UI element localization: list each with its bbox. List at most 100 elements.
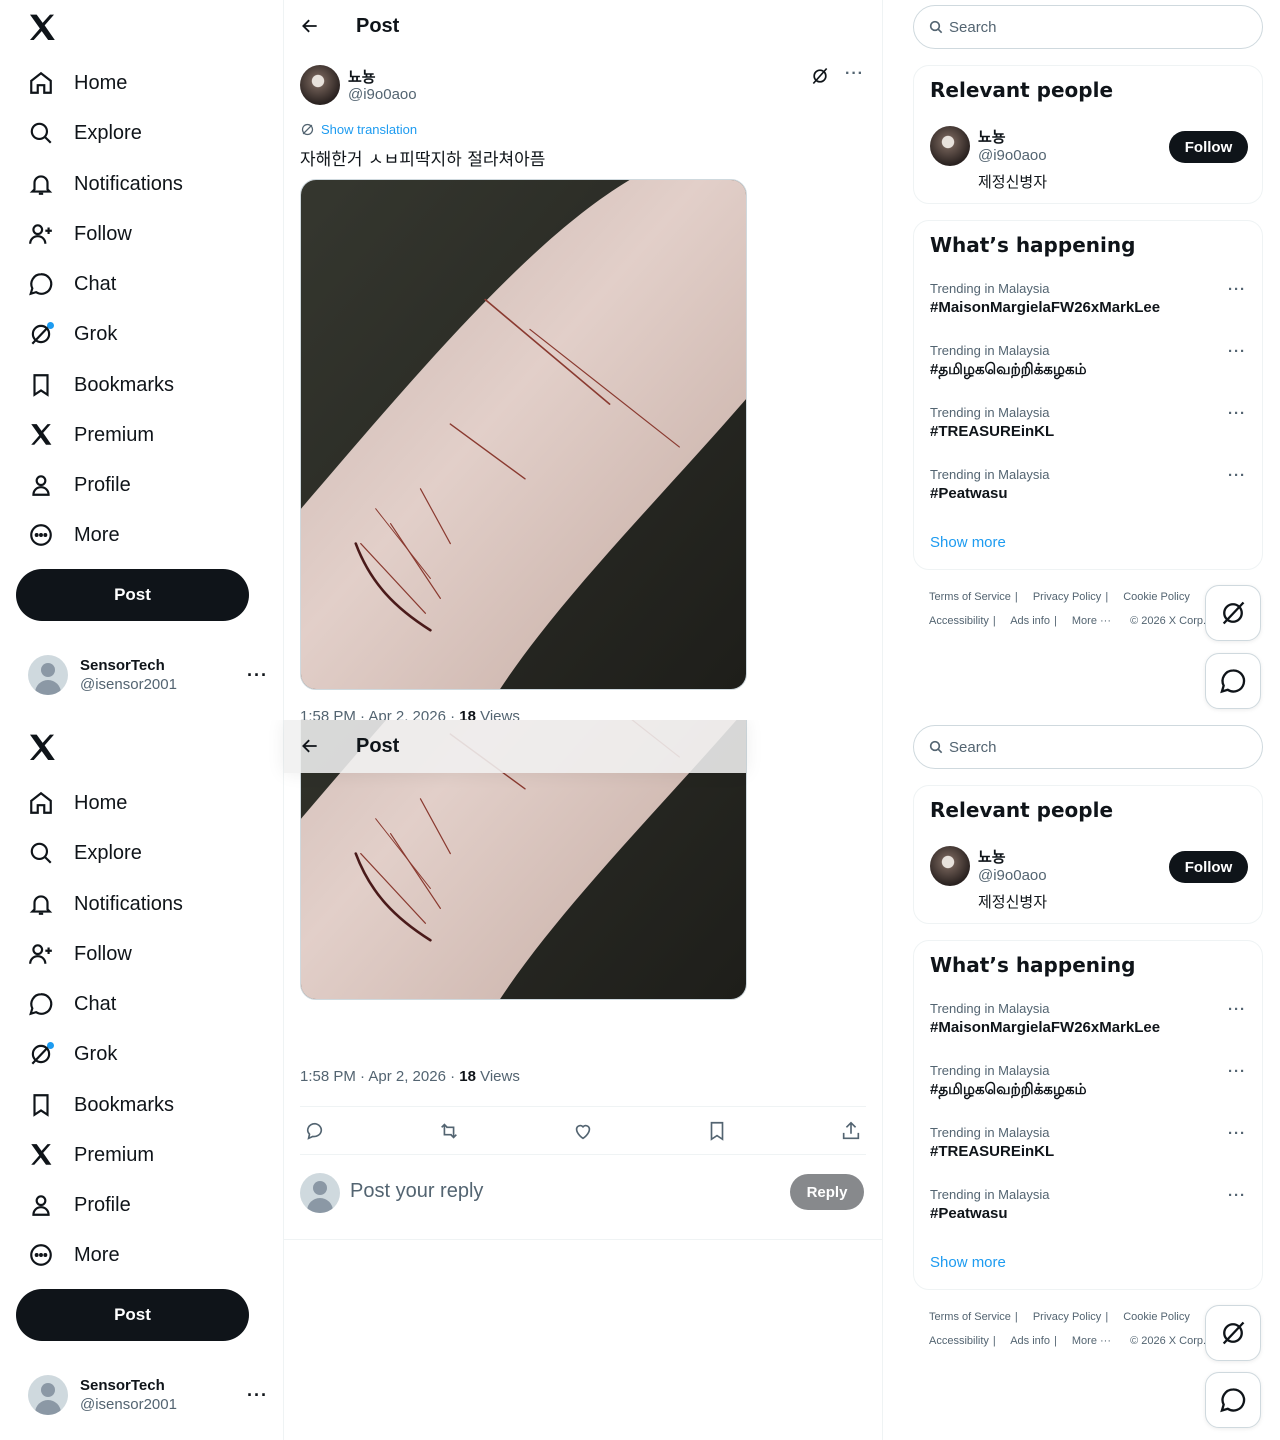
trend-more-icon[interactable]: ···	[1228, 1187, 1246, 1204]
like-icon[interactable]	[572, 1120, 594, 1142]
back-arrow-icon[interactable]	[300, 16, 320, 36]
trend-more-icon[interactable]: ···	[1228, 1125, 1246, 1142]
post-button[interactable]: Post	[16, 1289, 249, 1341]
nav-chat[interactable]: Chat	[16, 981, 128, 1027]
nav-more[interactable]: More	[16, 1232, 132, 1278]
nav-home-label: Home	[74, 791, 128, 814]
nav-chat[interactable]: Chat	[16, 261, 128, 307]
nav-bookmarks[interactable]: Bookmarks	[16, 1082, 186, 1128]
show-more-link[interactable]: Show more	[930, 1254, 1006, 1271]
nav-home[interactable]: Home	[16, 60, 139, 106]
bell-icon	[28, 891, 54, 917]
trend-item[interactable]: Trending in Malaysia #TREASUREinKL ···	[930, 405, 1248, 449]
nav-bookmarks[interactable]: Bookmarks	[16, 362, 186, 408]
chat-floating-button[interactable]	[1205, 1372, 1261, 1428]
reply-icon[interactable]	[304, 1120, 326, 1142]
person-bio: 제정신병자	[978, 894, 1048, 911]
post-timestamp[interactable]: 1:58 PM · Apr 2, 2026 ·	[300, 708, 459, 720]
trend-item[interactable]: Trending in Malaysia #MaisonMargielaFW26…	[930, 281, 1248, 325]
follow-button[interactable]: Follow	[1169, 851, 1248, 883]
footer-terms[interactable]: Terms of Service	[929, 1311, 1011, 1323]
footer-ads[interactable]: Ads info	[1010, 1335, 1050, 1347]
author-handle[interactable]: @i9o0aoo	[348, 86, 417, 103]
trend-more-icon[interactable]: ···	[1228, 1001, 1246, 1018]
back-arrow-icon[interactable]	[300, 736, 320, 756]
show-translation-link[interactable]: Show translation	[300, 122, 417, 137]
trend-item[interactable]: Trending in Malaysia #MaisonMargielaFW26…	[930, 1001, 1248, 1045]
x-logo-icon[interactable]	[26, 732, 58, 764]
nav-explore[interactable]: Explore	[16, 110, 154, 156]
grok-icon[interactable]	[810, 66, 830, 86]
footer-accessibility[interactable]: Accessibility	[929, 615, 989, 627]
nav-grok-label: Grok	[74, 322, 118, 345]
footer-cookie[interactable]: Cookie Policy	[1123, 1311, 1190, 1323]
person-avatar[interactable]	[930, 126, 970, 166]
nav-premium[interactable]: Premium	[16, 1132, 166, 1178]
bookmark-icon[interactable]	[706, 1120, 728, 1142]
share-icon[interactable]	[840, 1120, 862, 1142]
footer-privacy[interactable]: Privacy Policy	[1033, 1311, 1101, 1323]
footer-more[interactable]: More ···	[1072, 615, 1111, 627]
footer-privacy[interactable]: Privacy Policy	[1033, 591, 1101, 603]
show-more-link[interactable]: Show more	[930, 534, 1006, 551]
person-add-icon	[28, 221, 54, 247]
trend-more-icon[interactable]: ···	[1228, 405, 1246, 422]
relevant-person[interactable]: 뇨뇽 @i9o0aoo 제정신병자 Follow	[930, 846, 1248, 911]
nav-grok[interactable]: Grok	[16, 311, 129, 357]
nav-home[interactable]: Home	[16, 780, 139, 826]
chat-floating-button[interactable]	[1205, 653, 1261, 709]
repost-icon[interactable]	[438, 1120, 460, 1142]
search-input[interactable]: Search	[913, 5, 1263, 49]
footer-cookie[interactable]: Cookie Policy	[1123, 591, 1190, 603]
nav-follow[interactable]: Follow	[16, 931, 144, 977]
reply-input[interactable]: Post your reply	[350, 1180, 483, 1203]
follow-button[interactable]: Follow	[1169, 131, 1248, 163]
grok-icon	[1222, 1321, 1245, 1345]
more-icon[interactable]: ···	[247, 1385, 268, 1406]
reply-button[interactable]: Reply	[790, 1174, 864, 1210]
nav-notifications[interactable]: Notifications	[16, 161, 195, 207]
trend-more-icon[interactable]: ···	[1228, 1063, 1246, 1080]
account-switcher[interactable]: SensorTech @isensor2001 ···	[28, 1375, 268, 1415]
nav-profile[interactable]: Profile	[16, 1182, 143, 1228]
trend-context: Trending in Malaysia	[930, 1187, 1050, 1202]
trend-item[interactable]: Trending in Malaysia #Peatwasu ···	[930, 467, 1248, 511]
nav-grok[interactable]: Grok	[16, 1031, 129, 1077]
nav-follow[interactable]: Follow	[16, 211, 144, 257]
footer-more[interactable]: More ···	[1072, 1335, 1111, 1347]
grok-floating-button[interactable]	[1205, 1305, 1261, 1361]
nav-premium[interactable]: Premium	[16, 412, 166, 458]
trend-item[interactable]: Trending in Malaysia #தமிழகவெற்றிக்கழகம்…	[930, 1063, 1248, 1107]
post-button[interactable]: Post	[16, 569, 249, 621]
nav-notifications[interactable]: Notifications	[16, 881, 195, 927]
footer-accessibility[interactable]: Accessibility	[929, 1335, 989, 1347]
trend-more-icon[interactable]: ···	[1228, 467, 1246, 484]
trend-item[interactable]: Trending in Malaysia #TREASUREinKL ···	[930, 1125, 1248, 1169]
person-name[interactable]: 뇨뇽	[978, 846, 1006, 867]
post-image[interactable]	[300, 179, 747, 690]
footer-ads[interactable]: Ads info	[1010, 615, 1050, 627]
nav-profile[interactable]: Profile	[16, 462, 143, 508]
trend-item[interactable]: Trending in Malaysia #Peatwasu ···	[930, 1187, 1248, 1231]
x-logo-icon[interactable]	[26, 12, 58, 44]
author-avatar[interactable]	[300, 65, 340, 105]
trend-more-icon[interactable]: ···	[1228, 281, 1246, 298]
nav-bookmarks-label: Bookmarks	[74, 373, 175, 396]
post-actions-bar	[300, 1106, 866, 1155]
account-switcher[interactable]: SensorTech @isensor2001 ···	[28, 655, 268, 695]
post-more-icon[interactable]: ···	[845, 65, 864, 83]
trend-item[interactable]: Trending in Malaysia #தமிழகவெற்றிக்கழகம்…	[930, 343, 1248, 387]
search-input[interactable]: Search	[913, 725, 1263, 769]
nav-more[interactable]: More	[16, 512, 132, 558]
person-avatar[interactable]	[930, 846, 970, 886]
person-name[interactable]: 뇨뇽	[978, 126, 1006, 147]
post-timestamp[interactable]: 1:58 PM · Apr 2, 2026 ·	[300, 1068, 459, 1085]
nav-profile-label: Profile	[74, 473, 131, 496]
nav-explore[interactable]: Explore	[16, 830, 154, 876]
more-icon[interactable]: ···	[247, 665, 268, 686]
footer-terms[interactable]: Terms of Service	[929, 591, 1011, 603]
author-name[interactable]: 뇨뇽	[348, 66, 376, 87]
relevant-person[interactable]: 뇨뇽 @i9o0aoo 제정신병자 Follow	[930, 126, 1248, 191]
trend-more-icon[interactable]: ···	[1228, 343, 1246, 360]
grok-floating-button[interactable]	[1205, 585, 1261, 641]
